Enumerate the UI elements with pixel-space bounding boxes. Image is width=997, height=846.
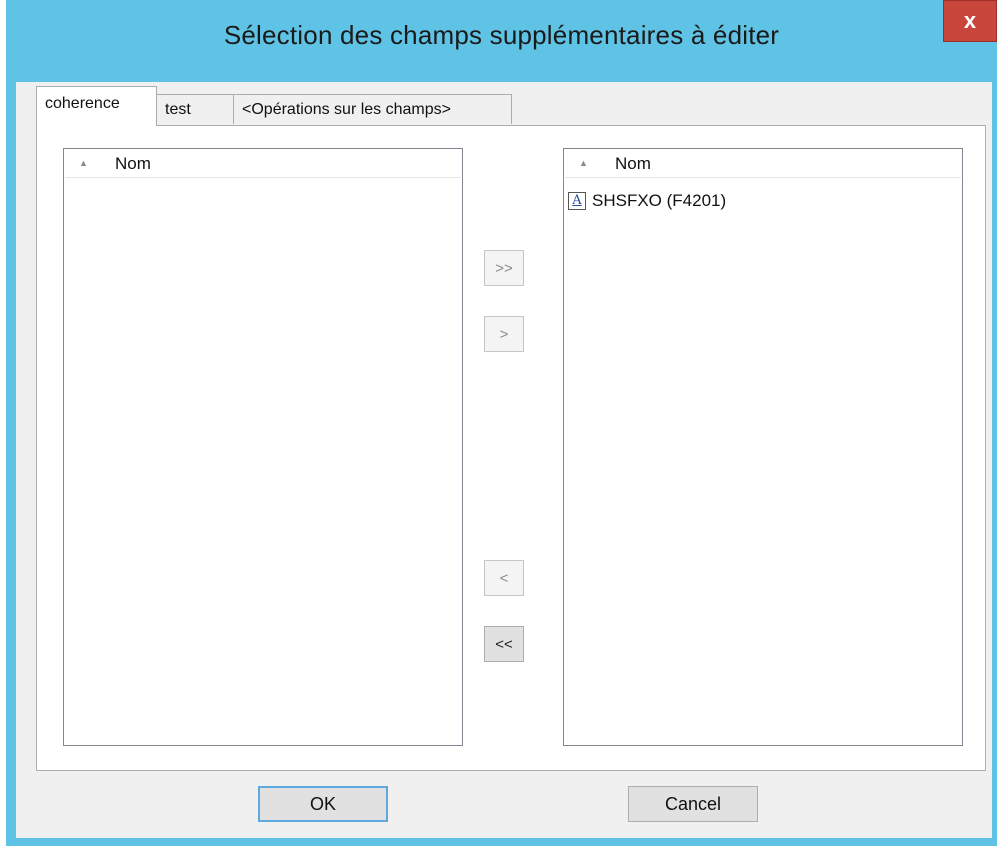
tab-operations-sur-les-champs[interactable]: <Opérations sur les champs> xyxy=(233,94,512,124)
selected-fields-header[interactable]: ▲ Nom xyxy=(565,150,961,178)
cancel-button[interactable]: Cancel xyxy=(628,786,758,822)
available-fields-header[interactable]: ▲ Nom xyxy=(65,150,461,178)
remove-button[interactable]: < xyxy=(484,560,524,596)
tab-panel: ▲ Nom >> > < << ▲ Nom A SHSFXO (F4201) xyxy=(36,125,986,771)
column-header-nom: Nom xyxy=(115,154,151,173)
close-icon: x xyxy=(963,8,977,33)
list-item[interactable]: A SHSFXO (F4201) xyxy=(568,189,726,213)
close-button[interactable]: x xyxy=(943,0,997,42)
title-bar[interactable]: Sélection des champs supplémentaires à é… xyxy=(6,0,997,82)
selected-fields-list[interactable]: ▲ Nom A SHSFXO (F4201) xyxy=(563,148,963,746)
dialog-title: Sélection des champs supplémentaires à é… xyxy=(223,20,780,50)
column-header-nom: Nom xyxy=(615,154,651,173)
dialog-client-area: coherence test <Opérations sur les champ… xyxy=(16,82,992,838)
add-all-button[interactable]: >> xyxy=(484,250,524,286)
sort-ascending-icon: ▲ xyxy=(79,158,88,168)
list-item-label: SHSFXO (F4201) xyxy=(592,191,727,210)
text-field-icon: A xyxy=(568,192,586,210)
dialog-window: Sélection des champs supplémentaires à é… xyxy=(6,0,997,846)
ok-button[interactable]: OK xyxy=(258,786,388,822)
tab-coherence[interactable]: coherence xyxy=(36,86,157,126)
remove-all-button[interactable]: << xyxy=(484,626,524,662)
sort-ascending-icon: ▲ xyxy=(579,158,588,168)
tab-test[interactable]: test xyxy=(156,94,234,124)
available-fields-list[interactable]: ▲ Nom xyxy=(63,148,463,746)
add-button[interactable]: > xyxy=(484,316,524,352)
